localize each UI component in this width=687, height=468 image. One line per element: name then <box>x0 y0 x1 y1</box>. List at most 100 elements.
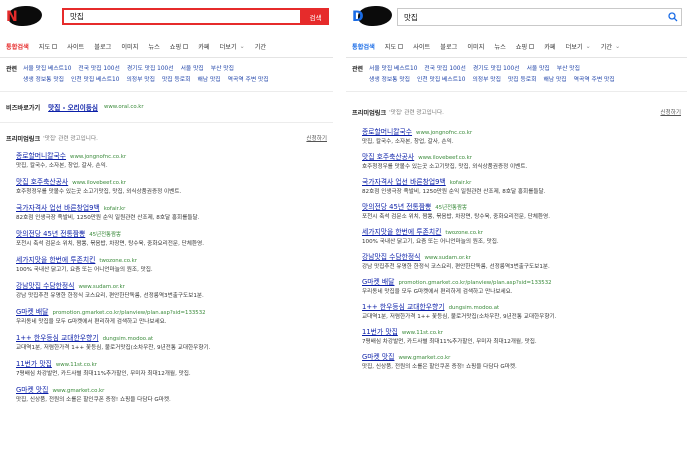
ad-item: G마켓 맛집 www.gmarket.co.kr 맛집, 신상품, 전원의 소를은 … <box>346 352 687 372</box>
ad-url: www.sudam.or.kr <box>78 284 125 290</box>
tab-item[interactable]: 더보기 ⌄ <box>566 42 591 51</box>
ad-title-link[interactable]: 종로할머니칼국수 <box>362 127 412 137</box>
premium-apply-link[interactable]: 신청하기 <box>306 134 327 142</box>
biz-shortcut-link[interactable]: 맛집 - 오리이등심 <box>48 102 98 112</box>
premium-apply-link[interactable]: 신청하기 <box>660 108 681 116</box>
premium-link-subtitle: '맛집' 관련 광고입니다. <box>389 110 444 116</box>
tab-item[interactable]: 더보기 ⌄ <box>220 42 245 51</box>
related-search-link[interactable]: 역곡역 주변 맛집 <box>228 75 269 86</box>
tab-item[interactable]: 쇼핑 <box>515 42 535 51</box>
ad-title-link[interactable]: 세가지맛을 한번에 투존치킨 <box>362 227 441 237</box>
related-search-link[interactable]: 서울 맛집 <box>181 64 204 75</box>
related-search-link[interactable]: 서울 맛집 베스트10 <box>369 64 417 75</box>
left-ad-list: 종로할머니칼국수 www.jongnofnc.co.kr 맛집, 칼국수, 소자본,… <box>0 147 333 405</box>
related-search-link[interactable]: 의정부 맛집 <box>472 75 501 86</box>
ad-title-link[interactable]: G마켓 배달 <box>362 277 394 287</box>
checkbox-icon <box>52 44 58 49</box>
ad-title-line: 종로할머니칼국수 www.jongnofnc.co.kr <box>362 127 687 138</box>
ad-item: 1++ 한우등심 교대한우향기 dungsim.modoo.at 교대역1분, 저렴… <box>0 333 333 353</box>
ad-title-link[interactable]: G마켓 배달 <box>16 307 48 317</box>
tab-item[interactable]: 통합검색 <box>352 42 375 51</box>
related-search-link[interactable]: 인천 맛집 베스트10 <box>71 75 119 86</box>
tab-item[interactable]: 지도 <box>385 42 404 51</box>
ad-description: 100% 국내산 닭고기, 요즘 또는 어니언마늘의 원조, 맛집. <box>362 239 499 245</box>
ad-title-link[interactable]: 맛의전당 45년 전통짬뽕 <box>362 202 431 212</box>
premium-link-subtitle: '맛집' 관련 광고입니다. <box>43 136 98 142</box>
related-search-link[interactable]: 전국 맛집 100선 <box>78 64 119 75</box>
related-search-link[interactable]: 인천 맛집 베스트10 <box>417 75 465 86</box>
ad-title-line: 맛의전당 45년 전통짬뽕 45년전통짬뽕 <box>362 202 687 213</box>
ad-item: 강남맛집 수담한정식 www.sudam.or.kr 강남 맛집추천 유명한 한정식… <box>346 252 687 272</box>
tab-item[interactable]: 이미지 <box>467 42 484 51</box>
ad-description: 7평배심 차강발먼, 카드사별 최대11%추가할인, 무미자 최대12개월, 맛… <box>362 339 537 345</box>
tab-item[interactable]: 지도 <box>39 42 58 51</box>
ad-title-link[interactable]: 맛의전당 45년 전통짬뽕 <box>16 229 85 239</box>
left-search-button[interactable]: 검색 <box>302 8 329 25</box>
ad-item: 맛집 호주축산공사 www.ilovebeef.co.kr 호주청정우를 맛볼수 있… <box>0 177 333 197</box>
related-search-link[interactable]: 서울 맛집 베스트10 <box>23 64 71 75</box>
ad-url: promotion.gmarket.co.kr/planview/plan.as… <box>52 310 206 316</box>
ad-title-link[interactable]: 11번가 맛집 <box>16 359 52 369</box>
right-logo-letter[interactable]: D <box>352 8 364 26</box>
ad-description: 강남 맛집추천 유명한 한정식 코스요리, 편안한단독룸, 선정릉역3번출구도보… <box>362 264 550 270</box>
tab-label: 기간 <box>254 44 267 51</box>
ad-title-link[interactable]: 강남맛집 수담한정식 <box>16 281 74 291</box>
right-search-input[interactable]: 맛집 <box>397 8 682 26</box>
ad-title-link[interactable]: 강남맛집 수담한정식 <box>362 252 420 262</box>
ad-title-link[interactable]: 맛집 호주축산공사 <box>16 177 68 187</box>
left-logo-letter[interactable]: N <box>6 8 18 26</box>
related-search-link[interactable]: 부산 맛집 <box>557 64 580 75</box>
related-search-link[interactable]: 경기도 맛집 100선 <box>127 64 174 75</box>
ad-item: 국가자격사 업선 바른창업9백 kofair.kr 82호점 인생극장 족발비, 1… <box>0 203 333 223</box>
tab-item[interactable]: 뉴스 <box>148 42 159 51</box>
tab-item[interactable]: 블로그 <box>94 42 111 51</box>
ad-description: 맛집, 신상품, 전원의 소를은 할인쿠폰 증정! 쇼핑을 다담다 G마켓. <box>16 397 171 403</box>
ad-description: 맛집, 칼국수, 소자본, 창업, 갈사, 손익. <box>16 163 108 169</box>
tab-item[interactable]: 카페 <box>198 42 209 51</box>
tab-label: 쇼핑 <box>515 44 528 51</box>
tab-item[interactable]: 사이트 <box>67 42 84 51</box>
related-search-link[interactable]: 부산 맛집 <box>211 64 234 75</box>
search-icon[interactable] <box>665 9 681 25</box>
related-search-link[interactable]: 경기도 맛집 100선 <box>473 64 520 75</box>
tab-item[interactable]: 통합검색 <box>6 42 29 51</box>
tab-item[interactable]: 뉴스 <box>494 42 505 51</box>
related-search-link[interactable]: 맛집 등로회 <box>162 75 191 86</box>
ad-title-link[interactable]: 맛집 호주축산공사 <box>362 152 414 162</box>
ad-title-link[interactable]: G마켓 맛집 <box>16 385 48 395</box>
checkbox-icon <box>529 44 535 49</box>
ad-title-link[interactable]: 1++ 한우등심 교대한우향기 <box>16 333 99 343</box>
related-search-link[interactable]: 해남 맛집 <box>543 75 566 86</box>
tab-label: 사이트 <box>67 44 85 51</box>
ad-url: www.11st.co.kr <box>401 330 443 336</box>
tab-item[interactable]: 사이트 <box>413 42 430 51</box>
ad-title-line: 세가지맛을 한번에 투존치킨 twozone.co.kr <box>362 227 687 238</box>
ad-title-link[interactable]: 국가자격사 업선 바른창업9백 <box>362 177 446 187</box>
tab-item[interactable]: 블로그 <box>440 42 457 51</box>
related-search-link[interactable]: 서울 맛집 <box>527 64 550 75</box>
ad-title-link[interactable]: 11번가 맛집 <box>362 327 398 337</box>
ad-title-link[interactable]: 종로할머니칼국수 <box>16 151 66 161</box>
ad-title-link[interactable]: 세가지맛을 한번에 투존치킨 <box>16 255 95 265</box>
ad-url: twozone.co.kr <box>445 230 483 236</box>
related-search-link[interactable]: 의정부 맛집 <box>126 75 155 86</box>
tab-item[interactable]: 이미지 <box>121 42 138 51</box>
related-search-link[interactable]: 생생 정보통 맛집 <box>369 75 410 86</box>
related-search-link[interactable]: 맛집 등로회 <box>508 75 537 86</box>
ad-title-link[interactable]: 1++ 한우등심 교대한우향기 <box>362 302 445 312</box>
ad-item: 세가지맛을 한번에 투존치킨 twozone.co.kr 100% 국내산 닭고기,… <box>0 255 333 275</box>
left-search-input[interactable]: 맛집 <box>62 8 302 25</box>
related-search-link[interactable]: 역곡역 주변 맛집 <box>574 75 615 86</box>
related-search-link[interactable]: 전국 맛집 100선 <box>424 64 465 75</box>
tab-item[interactable]: 쇼핑 <box>170 42 189 51</box>
ad-title-link[interactable]: 국가자격사 업선 바른창업9백 <box>16 203 100 213</box>
tab-item[interactable]: 기간 ⌄ <box>601 42 620 51</box>
related-search-link[interactable]: 해남 맛집 <box>197 75 220 86</box>
left-related-heading: 관련 <box>6 66 18 73</box>
ad-title-link[interactable]: G마켓 맛집 <box>362 352 394 362</box>
tab-item[interactable]: 카페 <box>544 42 555 51</box>
related-search-link[interactable]: 생생 정보통 맛집 <box>23 75 64 86</box>
tab-item[interactable]: 기간 <box>255 42 266 51</box>
ad-description: 포천시 축석 검문소 위치, 짬뽕, 볶음밥, 차장면, 탕수육, 중화요리전문… <box>16 241 204 247</box>
ad-description: 강남 맛집추천 유명한 한정식 코스요리, 편안한단독룸, 선정릉역3번출구도보… <box>16 293 204 299</box>
